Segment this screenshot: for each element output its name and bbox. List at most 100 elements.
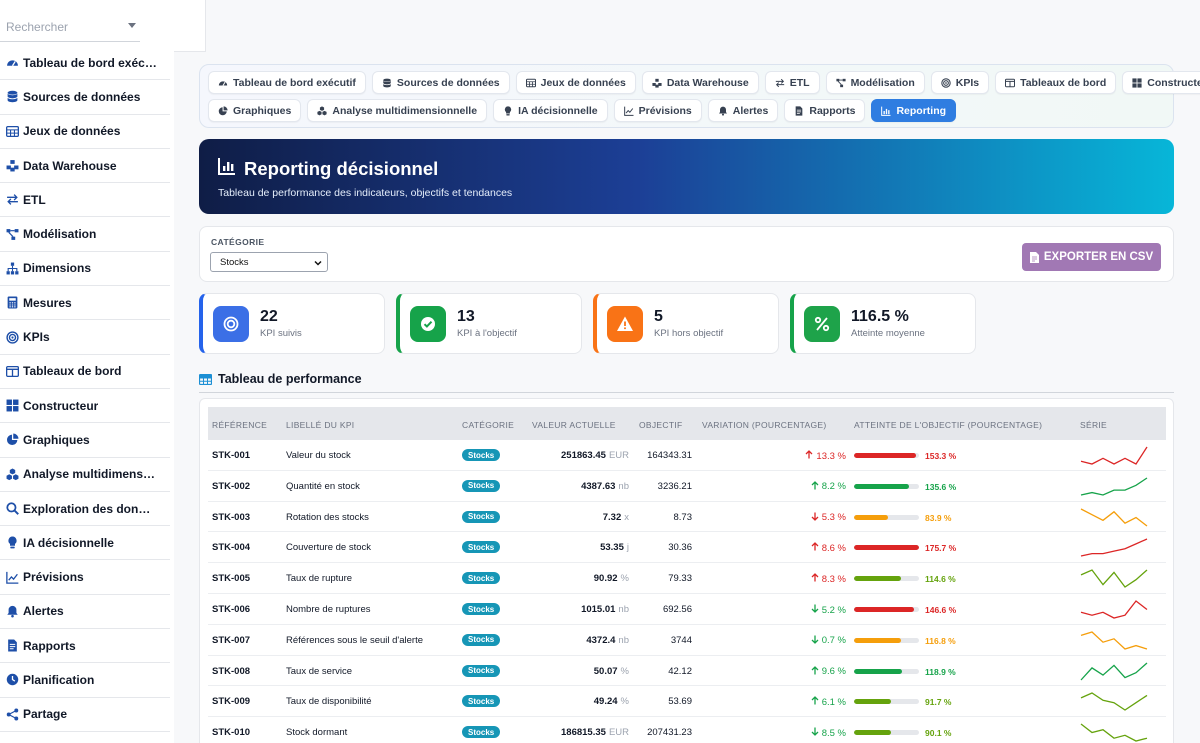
stat-value: 22 <box>260 308 278 325</box>
sidebar-item-17[interactable]: Rapports <box>0 629 170 664</box>
page-title: Reporting décisionnel <box>218 157 1155 180</box>
tab-row2-1[interactable]: Analyse multidimensionnelle <box>307 99 488 122</box>
table-row[interactable]: STK-007 Références sous le seuil d'alerte… <box>208 625 1166 656</box>
tab-label: Reporting <box>896 104 947 117</box>
tab-row2-6[interactable]: Reporting <box>871 99 957 122</box>
table-row[interactable]: STK-008 Taux de service Stocks 50.07% 42.12 9… <box>208 656 1166 687</box>
category-badge: Stocks <box>462 603 501 615</box>
tab-row2-2[interactable]: IA décisionnelle <box>493 99 608 122</box>
category-badge: Stocks <box>462 449 501 461</box>
category-select[interactable]: Stocks <box>210 252 328 272</box>
table-row[interactable]: STK-002 Quantité en stock Stocks 4387.63 nb 3… <box>208 471 1166 502</box>
current-value: 49.24% <box>509 696 629 707</box>
attainment-bar-fill <box>854 637 902 643</box>
attainment-value: 153.3 % <box>925 451 957 461</box>
attainment-bar <box>854 514 919 520</box>
column-header-5[interactable]: VARIATION (POURCENTAGE) <box>702 420 827 430</box>
search-select[interactable]: Rechercher <box>0 12 140 42</box>
sidebar-item-label: Rapports <box>23 638 76 653</box>
tab-label: Constructeur <box>1147 76 1200 89</box>
export-csv-button[interactable]: EXPORTER EN CSV <box>1022 243 1161 271</box>
stat-label: KPI suivis <box>260 328 302 339</box>
tab-row1-0[interactable]: Tableau de bord exécutif <box>208 71 366 94</box>
pie-icon <box>218 105 228 116</box>
tab-row2-5[interactable]: Rapports <box>784 99 866 122</box>
table-row[interactable]: STK-009 Taux de disponibilité Stocks 49.24%… <box>208 686 1166 718</box>
attainment-bar-fill <box>854 576 901 582</box>
column-header-3[interactable]: VALEUR ACTUELLE <box>532 420 616 430</box>
sidebar-item-14[interactable]: IA décisionnelle <box>0 526 170 561</box>
sidebar-item-5[interactable]: Modélisation <box>0 217 170 252</box>
sidebar-item-10[interactable]: Constructeur <box>0 389 170 424</box>
grid-icon <box>1132 77 1142 88</box>
warehouse-icon <box>6 159 19 172</box>
sidebar-item-8[interactable]: KPIs <box>0 320 170 355</box>
variation: 8.5 % <box>786 727 846 739</box>
column-header-1[interactable]: LIBELLÉ DU KPI <box>286 420 354 430</box>
tab-row1-5[interactable]: Modélisation <box>825 71 925 94</box>
column-header-0[interactable]: RÉFÉRENCE <box>212 420 267 430</box>
tab-row1-3[interactable]: Data Warehouse <box>641 71 759 94</box>
variation: 0.7 % <box>786 635 846 647</box>
sidebar-item-3[interactable]: Data Warehouse <box>0 149 170 184</box>
file-icon <box>1029 251 1039 263</box>
kpi-reference: STK-008 <box>212 665 251 677</box>
current-value: 1015.01 nb <box>509 604 629 615</box>
tab-row2-4[interactable]: Alertes <box>707 99 779 122</box>
column-header-2[interactable]: CATÉGORIE <box>462 420 514 430</box>
category-selected: Stocks <box>220 256 249 268</box>
sidebar-item-15[interactable]: Prévisions <box>0 560 170 595</box>
tab-row1-7[interactable]: Tableaux de bord <box>995 71 1117 94</box>
line-chart-icon <box>6 571 19 584</box>
stat-card-3: 116.5 % Atteinte moyenne <box>790 293 976 354</box>
variation-value: 6.1 % <box>821 696 846 708</box>
sidebar-item-16[interactable]: Alertes <box>0 595 170 630</box>
sidebar-item-12[interactable]: Analyse multidimens… <box>0 458 170 492</box>
target-value: 30.36 <box>668 542 692 554</box>
tab-row1-4[interactable]: ETL <box>764 71 820 94</box>
kpi-label: Taux de disponibilité <box>286 696 372 708</box>
chevron-down-icon[interactable] <box>128 23 136 28</box>
share-icon <box>6 708 19 721</box>
tab-row2-3[interactable]: Prévisions <box>613 99 702 122</box>
sidebar-item-18[interactable]: Planification <box>0 663 170 698</box>
sidebar-item-6[interactable]: Dimensions <box>0 252 170 287</box>
sidebar-item-label: Data Warehouse <box>23 158 117 173</box>
tab-row-2: Graphiques Analyse multidimensionnelle IA … <box>208 99 1165 122</box>
category-badge: Stocks <box>462 726 501 739</box>
kpi-label: Valeur du stock <box>286 450 351 461</box>
sidebar-item-1[interactable]: Sources de données <box>0 80 170 115</box>
table-row[interactable]: STK-004 Couverture de stock Stocks 53.35 j 30… <box>208 532 1166 564</box>
table-row[interactable]: STK-010 Stock dormant Stocks 186815.35 EUR 20… <box>208 717 1166 743</box>
category-label: CATÉGORIE <box>211 237 265 247</box>
series-sparkline <box>1080 569 1148 589</box>
tab-row1-6[interactable]: KPIs <box>930 71 990 94</box>
sidebar-item-19[interactable]: Partage <box>0 698 170 732</box>
series-sparkline <box>1080 600 1148 619</box>
current-value: 251863.45 EUR <box>509 450 629 461</box>
tab-row1-2[interactable]: Jeux de données <box>515 71 636 94</box>
document-icon <box>6 639 19 652</box>
sidebar-item-2[interactable]: Jeux de données <box>0 115 170 149</box>
sidebar-item-11[interactable]: Graphiques <box>0 423 170 458</box>
column-header-6[interactable]: ATTEINTE DE L'OBJECTIF (POURCENTAGE) <box>854 420 1042 430</box>
tab-row2-0[interactable]: Graphiques <box>208 99 302 122</box>
sitemap-icon <box>6 262 19 275</box>
stat-card-2: 5 KPI hors objectif <box>593 293 779 354</box>
table-row[interactable]: STK-006 Nombre de ruptures Stocks 1015.01 nb… <box>208 594 1166 625</box>
sidebar-item-7[interactable]: Mesures <box>0 286 170 321</box>
tab-row1-8[interactable]: Constructeur <box>1122 71 1200 94</box>
module-tabs: Tableau de bord exécutif Sources de donné… <box>199 64 1200 128</box>
current-value-unit: EUR <box>608 450 629 461</box>
tab-row1-1[interactable]: Sources de données <box>371 71 510 94</box>
column-header-4[interactable]: OBJECTIF <box>639 420 683 430</box>
sidebar-item-9[interactable]: Tableaux de bord <box>0 355 170 389</box>
table-row[interactable]: STK-005 Taux de rupture Stocks 90.92% 79.33 8… <box>208 563 1166 594</box>
table-row[interactable]: STK-001 Valeur du stock Stocks 251863.45 EUR… <box>208 440 1166 471</box>
sidebar-item-13[interactable]: Exploration des don… <box>0 492 170 527</box>
sidebar-item-0[interactable]: Tableau de bord exéc… <box>0 46 170 81</box>
column-header-7[interactable]: SÉRIE <box>1080 420 1107 430</box>
table-row[interactable]: STK-003 Rotation des stocks Stocks 7.32 x 8.7… <box>208 502 1166 533</box>
sidebar-item-4[interactable]: ETL <box>0 183 170 218</box>
arrow-down-icon <box>811 512 819 524</box>
